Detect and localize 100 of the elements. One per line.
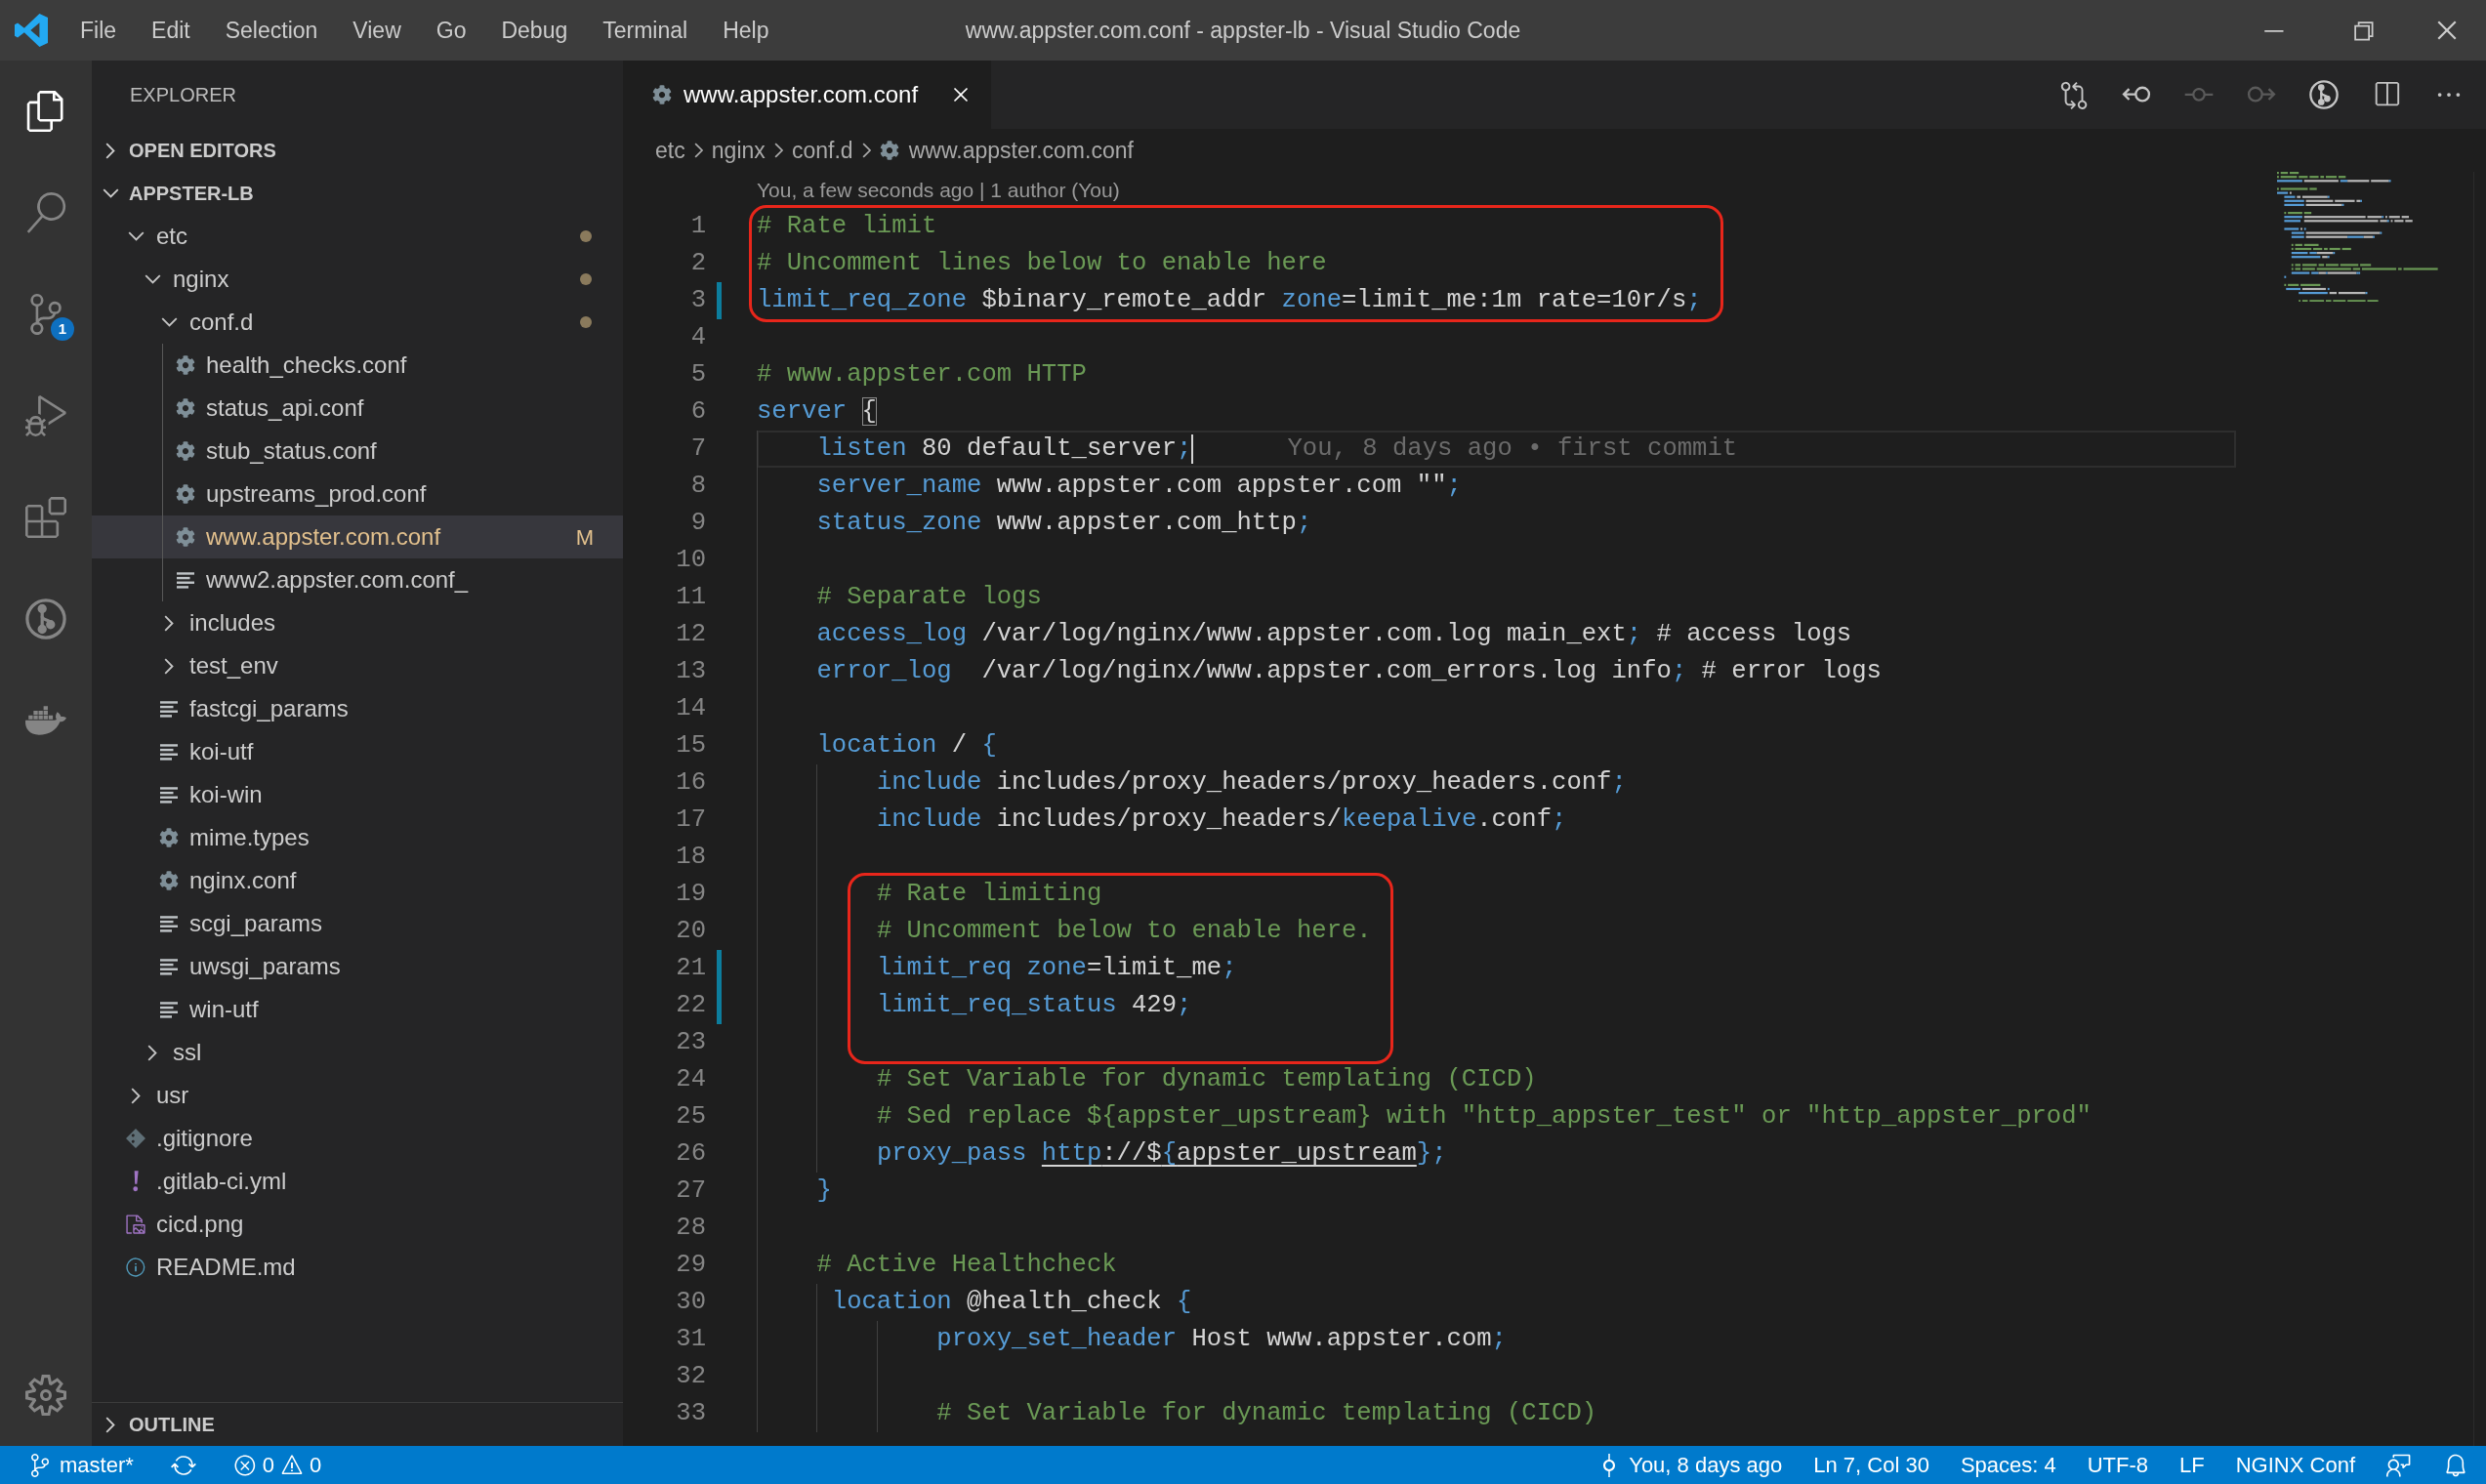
code-line: status_zone www.appster.com_http; (816, 507, 1312, 539)
tree-item[interactable]: .gitlab-ci.yml (92, 1160, 623, 1203)
status-item[interactable]: Ln 7, Col 30 (1798, 1449, 1945, 1481)
line-number: 23 (676, 1026, 706, 1058)
blame-status[interactable]: You, 8 days ago (1582, 1449, 1799, 1481)
tree-item[interactable]: nginx.conf (92, 859, 623, 902)
line-number: 5 (690, 358, 706, 391)
tree-item[interactable]: www.appster.com.conf M (92, 515, 623, 558)
bug-icon[interactable] (25, 395, 66, 436)
chevron-right-icon (861, 143, 871, 158)
breadcrumb-item[interactable]: www.appster.com.conf (879, 133, 1134, 168)
lines-icon (160, 786, 178, 804)
code-line: listen 80 default_server; (816, 433, 1192, 465)
tree-item[interactable]: .gitignore (92, 1117, 623, 1160)
branch-status[interactable]: master* (10, 1449, 152, 1481)
tree-item[interactable]: win-utf (92, 988, 623, 1031)
inline-blame: You, 8 days ago • first commit (1287, 433, 1738, 465)
chevron-down-icon[interactable] (160, 317, 178, 327)
warning-icon (280, 1453, 305, 1477)
lines-icon (160, 1001, 178, 1018)
tree-item[interactable]: www2.appster.com.conf_ (92, 558, 623, 601)
tree-item[interactable]: koi-win (92, 773, 623, 816)
tree-item[interactable]: scgi_params (92, 902, 623, 945)
tree-item[interactable]: uwsgi_params (92, 945, 623, 988)
menu-item[interactable]: Help (705, 10, 787, 51)
files-icon[interactable] (25, 91, 66, 132)
gear-icon (176, 355, 195, 375)
chevron-right-icon[interactable] (147, 1044, 157, 1061)
line-number: 6 (690, 395, 706, 428)
lines-icon (177, 571, 194, 589)
code-line: server_name www.appster.com appster.com ""; (816, 470, 1462, 502)
chevron-down-icon[interactable] (127, 231, 145, 241)
tree-item[interactable]: mime.types (92, 816, 623, 859)
chevron-right-icon (693, 143, 703, 158)
exclamation-icon (132, 1171, 140, 1192)
line-number: 9 (690, 507, 706, 539)
search-icon[interactable] (25, 192, 66, 233)
line-number: 19 (676, 878, 706, 910)
tree-item[interactable]: test_env (92, 644, 623, 687)
compare-changes-icon[interactable] (2059, 80, 2089, 109)
status-item[interactable]: LF (2164, 1449, 2220, 1481)
gear-icon (176, 527, 195, 547)
lines-icon (160, 743, 178, 761)
tree-item[interactable]: stub_status.conf (92, 430, 623, 473)
problems-status[interactable]: 0 0 (214, 1449, 341, 1481)
chevron-down-icon[interactable] (144, 274, 161, 284)
tree-item[interactable]: status_api.conf (92, 387, 623, 430)
line-number: 32 (676, 1360, 706, 1392)
breadcrumb-item[interactable]: nginx (711, 133, 766, 168)
menu-item[interactable]: Selection (207, 10, 336, 51)
section-header[interactable]: OUTLINE (92, 1403, 623, 1446)
menu-item[interactable]: Terminal (585, 10, 706, 51)
extensions-icon[interactable] (25, 497, 66, 538)
tree-item[interactable]: koi-utf (92, 730, 623, 773)
line-number: 31 (676, 1323, 706, 1355)
tree-item[interactable]: health_checks.conf (92, 344, 623, 387)
tree-item[interactable]: ssl (92, 1031, 623, 1074)
chevron-right-icon[interactable] (105, 142, 115, 159)
menu-item[interactable]: View (335, 10, 419, 51)
tree-item[interactable]: README.md (92, 1246, 623, 1289)
branch-circle-icon[interactable] (2309, 80, 2339, 109)
tree-item[interactable]: usr (92, 1074, 623, 1117)
menu-item[interactable]: File (62, 10, 135, 51)
gear-icon (176, 441, 195, 461)
tree-item[interactable]: includes (92, 601, 623, 644)
section-header[interactable]: APPSTER-LB (92, 172, 623, 215)
code-line: limit_req_status 429; (876, 989, 1192, 1021)
breadcrumb-item[interactable]: conf.d (791, 133, 853, 168)
menu-item[interactable]: Debug (483, 10, 586, 51)
status-item[interactable]: Spaces: 4 (1944, 1449, 2072, 1481)
breadcrumb-item[interactable]: etc (655, 133, 685, 168)
settings-icon[interactable] (25, 1375, 66, 1416)
tree-item[interactable]: conf.d (92, 301, 623, 344)
tree-item[interactable]: fastcgi_params (92, 687, 623, 730)
diamond-icon (126, 1129, 145, 1148)
chevron-right-icon[interactable] (164, 657, 174, 675)
editor-tab[interactable]: www.appster.com.conf (623, 61, 991, 129)
section-header[interactable]: OPEN EDITORS (92, 129, 623, 172)
tree-item[interactable]: etc (92, 215, 623, 258)
line-number: 28 (676, 1212, 706, 1244)
line-number: 16 (676, 766, 706, 799)
code-link[interactable]: http://${appster_upstream (1041, 1138, 1417, 1168)
code-line: # Active Healthcheck (816, 1249, 1117, 1281)
status-item[interactable]: NGINX Conf (2219, 1449, 2371, 1481)
chevron-down-icon[interactable] (102, 188, 119, 198)
code-line: # Rate limiting (876, 878, 1102, 910)
minimap[interactable] (2277, 172, 2438, 303)
code-line: # Uncomment lines below to enable here (757, 247, 1327, 279)
menu-item[interactable]: Edit (134, 10, 208, 51)
tree-item[interactable]: nginx (92, 258, 623, 301)
feedback-icon[interactable] (2386, 1452, 2412, 1478)
codelens[interactable]: You, a few seconds ago | 1 author (You) (757, 174, 1120, 206)
chevron-right-icon[interactable] (105, 1416, 115, 1433)
status-item[interactable]: UTF-8 (2071, 1449, 2165, 1481)
tree-item[interactable]: cicd.png (92, 1203, 623, 1246)
arrow-left-circle-icon[interactable] (2122, 85, 2151, 104)
chevron-right-icon[interactable] (131, 1087, 141, 1104)
chevron-right-icon[interactable] (164, 614, 174, 632)
tree-item[interactable]: upstreams_prod.conf (92, 473, 623, 515)
menu-item[interactable]: Go (418, 10, 484, 51)
